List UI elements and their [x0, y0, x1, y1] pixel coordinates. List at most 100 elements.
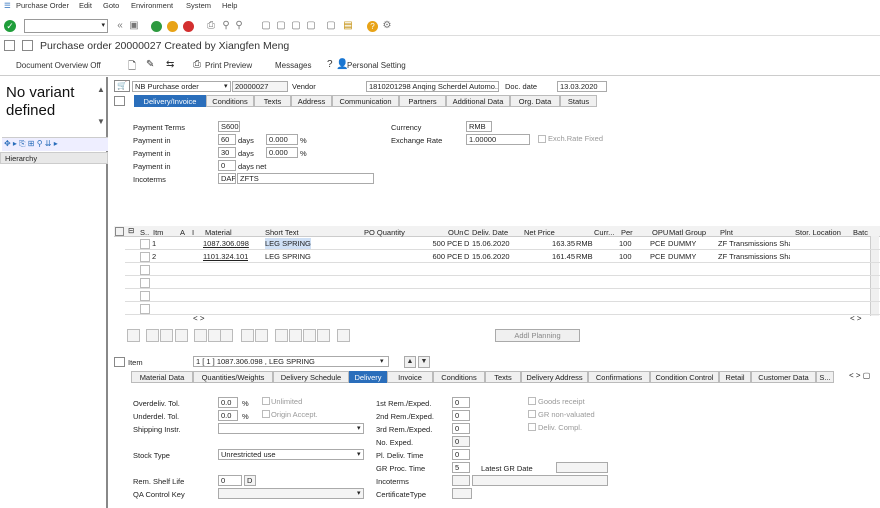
- scroll-right-icon[interactable]: < >: [850, 314, 862, 323]
- row-short-text[interactable]: LEG SPRING: [265, 251, 311, 262]
- menu-edit[interactable]: Edit: [79, 1, 92, 10]
- tab-delivery-invoice[interactable]: Delivery/Invoice: [134, 95, 206, 107]
- last-page-icon[interactable]: ▢: [305, 20, 317, 32]
- row-material[interactable]: 1087.306.098: [203, 238, 249, 249]
- incoterms-field[interactable]: DAP: [218, 173, 236, 184]
- table-row[interactable]: 1 1087.306.098 LEG SPRING 500 PCE D 15.0…: [125, 238, 880, 250]
- incoterms-item-location-field[interactable]: [472, 475, 608, 486]
- menu-system[interactable]: System: [186, 1, 211, 10]
- tab-conditions[interactable]: Conditions: [206, 95, 254, 107]
- deliv-compl-checkbox[interactable]: [528, 423, 536, 431]
- tab-scroll-icon[interactable]: < > ▢: [849, 371, 870, 380]
- row-select-checkbox[interactable]: [140, 252, 150, 262]
- col-c[interactable]: C: [464, 228, 469, 237]
- scroll-left-icon[interactable]: < >: [193, 314, 205, 323]
- undo-icon[interactable]: [255, 329, 268, 342]
- payment-days-3[interactable]: 0: [218, 160, 236, 171]
- table-row[interactable]: [125, 303, 880, 315]
- col-po-quantity[interactable]: PO Quantity: [364, 228, 405, 237]
- help-icon[interactable]: ?: [367, 21, 378, 32]
- row-select-checkbox[interactable]: [140, 304, 150, 314]
- find-next-icon[interactable]: ⚲: [233, 20, 245, 32]
- print-preview-button[interactable]: Print Preview: [205, 61, 252, 70]
- col-matl-group[interactable]: Matl Group: [669, 228, 706, 237]
- rem3-field[interactable]: 0: [452, 423, 470, 434]
- col-i[interactable]: I: [192, 228, 194, 237]
- underdel-field[interactable]: 0.0: [218, 410, 238, 421]
- addl-planning-button[interactable]: Addl Planning: [495, 329, 580, 342]
- display-change-icon[interactable]: ✎: [146, 59, 154, 70]
- expand-icon[interactable]: ✥ ▸ ⎘ ⊞ ⚲ ⇊ ▸: [4, 139, 58, 149]
- first-page-icon[interactable]: ▢: [260, 20, 272, 32]
- tab-address[interactable]: Address: [291, 95, 332, 107]
- tab-additional-data[interactable]: Additional Data: [446, 95, 510, 107]
- qa-control-key-select[interactable]: [218, 488, 364, 499]
- save-disk-icon[interactable]: ▣: [128, 20, 140, 32]
- item-select[interactable]: 1 [ 1 ] 1087.306.098 , LEG SPRING: [193, 356, 389, 367]
- collapse-header-icon[interactable]: [114, 96, 125, 106]
- menu-goto[interactable]: Goto: [103, 1, 119, 10]
- next-item-icon[interactable]: ▼: [418, 356, 430, 368]
- row-quantity[interactable]: 500: [425, 238, 445, 249]
- collapse-item-detail-icon[interactable]: [114, 357, 125, 367]
- tab-customer-data[interactable]: Customer Data: [751, 371, 816, 383]
- unlimited-checkbox[interactable]: [262, 397, 270, 405]
- vendor-field[interactable]: 1810201298 Anqing Scherdel Automo...: [366, 81, 499, 92]
- col-opu[interactable]: OPU: [652, 228, 668, 237]
- payment-terms-field[interactable]: S600: [218, 121, 240, 132]
- tab-conditions-item[interactable]: Conditions: [433, 371, 485, 383]
- col-item[interactable]: Itm: [153, 228, 163, 237]
- document-type-select[interactable]: NB Purchase order: [132, 81, 231, 92]
- enter-icon[interactable]: ✓: [4, 20, 16, 32]
- tab-confirmations[interactable]: Confirmations: [588, 371, 650, 383]
- col-per[interactable]: Per: [621, 228, 633, 237]
- delete-icon[interactable]: [194, 329, 207, 342]
- menu-help[interactable]: Help: [222, 1, 237, 10]
- shortcut-icon[interactable]: ▤: [342, 20, 354, 32]
- docdate-field[interactable]: 13.03.2020: [557, 81, 607, 92]
- messages-button[interactable]: Messages: [275, 61, 311, 70]
- overdeliv-field[interactable]: 0.0: [218, 397, 238, 408]
- scroll-up-icon[interactable]: ▲: [97, 85, 105, 94]
- row-short-text[interactable]: LEG SPRING: [265, 238, 311, 249]
- tab-condition-control[interactable]: Condition Control: [650, 371, 719, 383]
- payment-days-2[interactable]: 30: [218, 147, 236, 158]
- col-net-price[interactable]: Net Price: [524, 228, 555, 237]
- new-session-icon[interactable]: ▢: [325, 20, 337, 32]
- layout-icon[interactable]: [337, 329, 350, 342]
- sort-desc-icon[interactable]: [289, 329, 302, 342]
- row-select-checkbox[interactable]: [140, 265, 150, 275]
- other-po-icon[interactable]: ⇆: [166, 59, 174, 70]
- tab-communication[interactable]: Communication: [332, 95, 399, 107]
- cut-icon[interactable]: [241, 329, 254, 342]
- row-deliv-date[interactable]: 15.06.2020: [472, 251, 510, 262]
- cancel-icon[interactable]: [183, 21, 194, 32]
- command-field[interactable]: ▾: [24, 19, 108, 33]
- gr-non-valuated-checkbox[interactable]: [528, 410, 536, 418]
- tab-retail[interactable]: Retail: [719, 371, 751, 383]
- pl-deliv-time-field[interactable]: 0: [452, 449, 470, 460]
- col-status[interactable]: S..: [140, 228, 149, 237]
- row-quantity[interactable]: 600: [425, 251, 445, 262]
- exchange-rate-field[interactable]: 1.00000: [466, 134, 530, 145]
- col-material[interactable]: Material: [205, 228, 232, 237]
- find-icon[interactable]: ⚲: [220, 20, 232, 32]
- payment-pct-1[interactable]: 0.000: [266, 134, 298, 145]
- payment-pct-2[interactable]: 0.000: [266, 147, 298, 158]
- grid-icon[interactable]: [4, 40, 15, 51]
- col-batch[interactable]: Batc: [853, 228, 868, 237]
- settings-gear-icon[interactable]: ⚙: [381, 20, 393, 32]
- cart-icon[interactable]: 🛒: [114, 80, 130, 92]
- menu-environment[interactable]: Environment: [131, 1, 173, 10]
- tab-org-data[interactable]: Org. Data: [510, 95, 560, 107]
- tab-invoice[interactable]: Invoice: [387, 371, 433, 383]
- table-row[interactable]: [125, 277, 880, 289]
- incoterms-location-field[interactable]: ZFTS: [237, 173, 374, 184]
- prev-page-icon[interactable]: ▢: [275, 20, 287, 32]
- po-number-field[interactable]: 20000027: [232, 81, 288, 92]
- tab-texts[interactable]: Texts: [254, 95, 291, 107]
- next-page-icon[interactable]: ▢: [290, 20, 302, 32]
- tab-status[interactable]: Status: [560, 95, 597, 107]
- payment-days-1[interactable]: 60: [218, 134, 236, 145]
- tab-material-data[interactable]: Material Data: [131, 371, 193, 383]
